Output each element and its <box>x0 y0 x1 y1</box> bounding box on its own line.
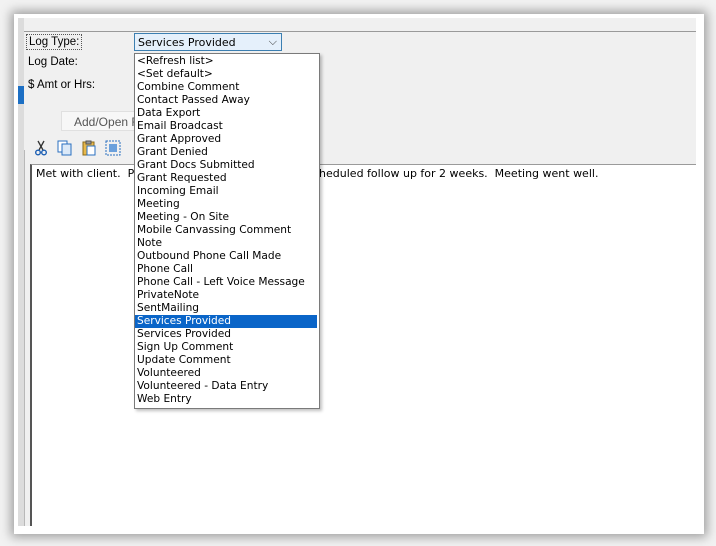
dropdown-option[interactable]: Meeting <box>135 198 317 211</box>
editor-text-end: cheduled follow up for 2 weeks. Meeting … <box>313 167 599 180</box>
dropdown-option[interactable]: Grant Requested <box>135 172 317 185</box>
chevron-down-icon[interactable]: ⌵ <box>269 35 277 49</box>
log-form: Log Type: Log Date: $ Amt or Hrs: <box>24 32 696 150</box>
editor-text-start: Met with client. Pro <box>36 167 146 180</box>
dropdown-option[interactable]: <Refresh list> <box>135 55 317 68</box>
dropdown-option[interactable]: Services Provided <box>135 328 317 341</box>
dropdown-option[interactable]: Incoming Email <box>135 185 317 198</box>
scissors-icon[interactable] <box>32 139 50 157</box>
dropdown-option[interactable]: Contact Passed Away <box>135 94 317 107</box>
paste-icon[interactable] <box>80 139 98 157</box>
log-type-dropdown-list[interactable]: <Refresh list> <Set default> Combine Comme… <box>134 53 320 409</box>
log-type-value: Services Provided <box>138 36 236 49</box>
dropdown-option[interactable]: Sign Up Comment <box>135 341 317 354</box>
dropdown-option[interactable]: Grant Docs Submitted <box>135 159 317 172</box>
dropdown-option[interactable]: Grant Denied <box>135 146 317 159</box>
dropdown-option[interactable]: SentMailing <box>135 302 317 315</box>
dropdown-option[interactable]: <Set default> <box>135 68 317 81</box>
dropdown-option[interactable]: Email Broadcast <box>135 120 317 133</box>
dropdown-option[interactable]: Outbound Phone Call Made <box>135 250 317 263</box>
log-date-label: Log Date: <box>28 56 78 68</box>
comment-editor[interactable]: Met with client. Pro cheduled follow up … <box>30 164 696 526</box>
log-type-combo[interactable]: Services Provided ⌵ <box>134 33 282 51</box>
dropdown-option[interactable]: Mobile Canvassing Comment <box>135 224 317 237</box>
add-open-button[interactable]: Add/Open Re <box>61 111 141 131</box>
copy-icon[interactable] <box>56 139 74 157</box>
dropdown-option[interactable]: Combine Comment <box>135 81 317 94</box>
select-all-icon[interactable] <box>104 139 122 157</box>
dropdown-option[interactable]: Meeting - On Site <box>135 211 317 224</box>
dropdown-option[interactable]: Volunteered - Data Entry <box>135 380 317 393</box>
dropdown-option[interactable]: PrivateNote <box>135 289 317 302</box>
amt-or-hrs-label: $ Amt or Hrs: <box>28 79 96 91</box>
editor-toolbar <box>30 137 690 161</box>
dropdown-option[interactable]: Web Entry <box>135 393 317 406</box>
log-entry-window: Log Type: Log Date: $ Amt or Hrs: Servic… <box>18 18 696 526</box>
dropdown-option[interactable]: Note <box>135 237 317 250</box>
dropdown-option[interactable]: Volunteered <box>135 367 317 380</box>
dropdown-option[interactable]: Update Comment <box>135 354 317 367</box>
dropdown-option[interactable]: Phone Call <box>135 263 317 276</box>
dropdown-option[interactable]: Services Provided <box>135 315 317 328</box>
dropdown-option[interactable]: Grant Approved <box>135 133 317 146</box>
dropdown-option[interactable]: Phone Call - Left Voice Message <box>135 276 317 289</box>
log-type-label: Log Type: <box>26 34 83 50</box>
dropdown-option[interactable]: Data Export <box>135 107 317 120</box>
